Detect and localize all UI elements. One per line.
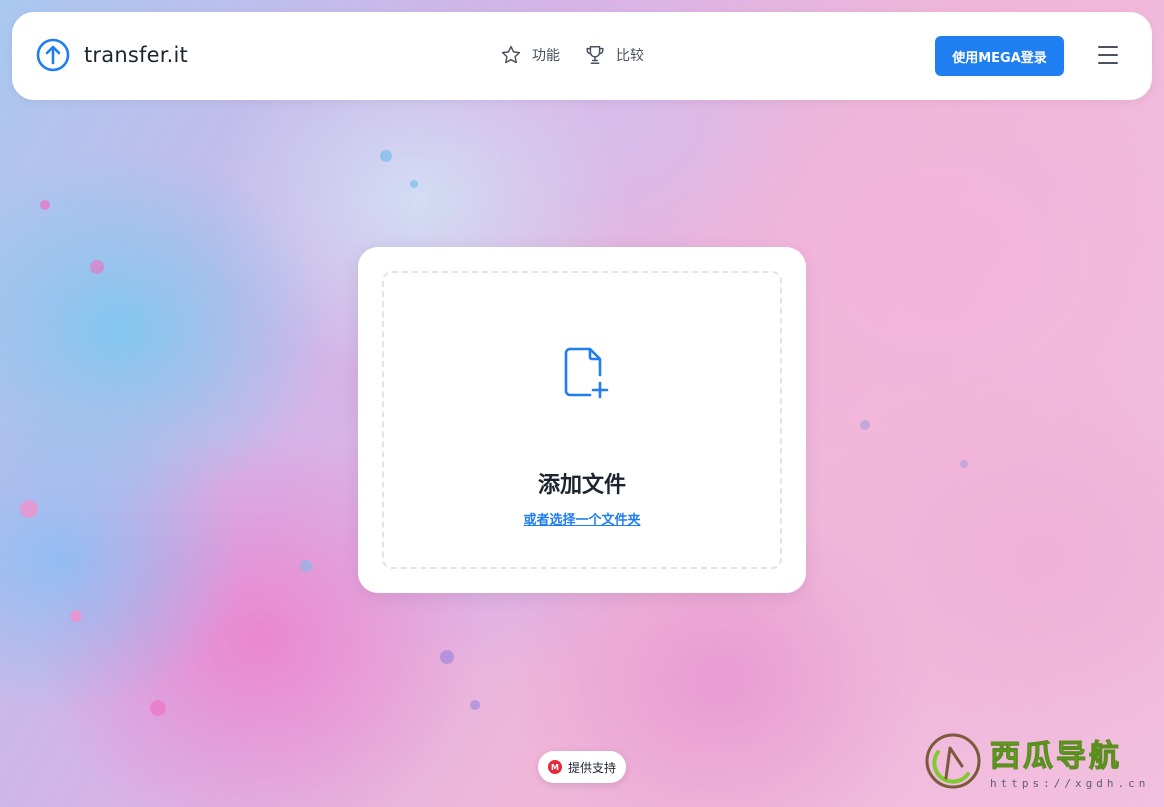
file-add-icon bbox=[564, 347, 609, 399]
top-navbar: transfer.it 功能 比较 使用MEGA登录 bbox=[12, 12, 1152, 100]
watermark-title: 西瓜导航 bbox=[989, 739, 1122, 775]
main-nav: 功能 比较 bbox=[500, 44, 644, 66]
mega-login-button[interactable]: 使用MEGA登录 bbox=[935, 36, 1064, 76]
site-watermark: 西瓜导航 https://xgdh.cn bbox=[924, 731, 1149, 790]
upload-arrow-logo-icon bbox=[36, 38, 70, 72]
nav-features[interactable]: 功能 bbox=[500, 44, 560, 66]
watermelon-logo-icon bbox=[925, 733, 981, 788]
powered-by-mega-badge[interactable]: M 提供支持 bbox=[538, 751, 626, 783]
file-dropzone[interactable]: 添加文件 或者选择一个文件夹 bbox=[382, 271, 782, 569]
brand[interactable]: transfer.it bbox=[36, 38, 188, 72]
add-files-title: 添加文件 bbox=[537, 473, 626, 498]
upload-card: 添加文件 或者选择一个文件夹 bbox=[358, 247, 806, 593]
powered-by-label: 提供支持 bbox=[567, 760, 616, 775]
choose-folder-link[interactable]: 或者选择一个文件夹 bbox=[384, 509, 780, 528]
brand-name: transfer.it bbox=[84, 43, 188, 67]
hamburger-menu-icon[interactable] bbox=[1098, 46, 1118, 64]
nav-features-label: 功能 bbox=[532, 48, 560, 64]
mega-logo-icon: M bbox=[547, 760, 562, 774]
nav-compare-label: 比较 bbox=[616, 48, 644, 64]
nav-compare[interactable]: 比较 bbox=[584, 44, 644, 66]
trophy-icon bbox=[586, 46, 604, 64]
star-icon bbox=[501, 45, 521, 64]
watermark-url: https://xgdh.cn bbox=[990, 777, 1150, 790]
